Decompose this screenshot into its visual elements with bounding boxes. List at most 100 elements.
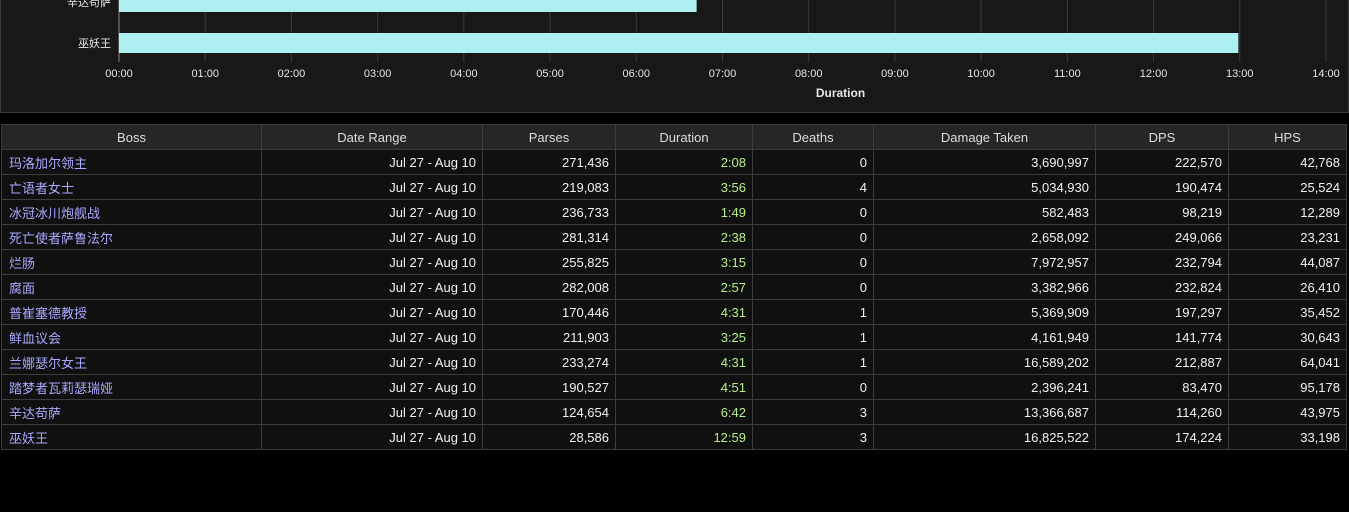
dps-cell: 249,066 xyxy=(1095,224,1229,250)
deaths-cell: 0 xyxy=(752,199,874,225)
column-header-dps[interactable]: DPS xyxy=(1095,124,1229,150)
duration-cell: 12:59 xyxy=(615,424,753,450)
duration-bar-chart: 00:00 01:00 02:00 03:00 04:00 05:00 06:00 07:00… xyxy=(67,0,1340,100)
date-range-cell: Jul 27 - Aug 10 xyxy=(261,299,483,325)
table-row: 普崔塞德教授 Jul 27 - Aug 10 170,446 4:31 1 5,369,9… xyxy=(1,299,1347,325)
boss-name-link[interactable]: 鲜血议会 xyxy=(1,324,262,350)
x-tick-label: 02:00 xyxy=(278,68,306,80)
boss-name-link[interactable]: 腐面 xyxy=(1,274,262,300)
duration-bar[interactable] xyxy=(119,33,1239,53)
column-header-boss[interactable]: Boss xyxy=(1,124,262,150)
damage-taken-cell: 3,382,966 xyxy=(873,274,1096,300)
parses-cell: 124,654 xyxy=(482,399,616,425)
dps-cell: 98,219 xyxy=(1095,199,1229,225)
dps-cell: 174,224 xyxy=(1095,424,1229,450)
duration-chart-panel: 00:00 01:00 02:00 03:00 04:00 05:00 06:00 07:00… xyxy=(0,0,1349,113)
duration-cell: 2:08 xyxy=(615,149,753,175)
date-range-cell: Jul 27 - Aug 10 xyxy=(261,174,483,200)
duration-cell: 2:57 xyxy=(615,274,753,300)
boss-name-link[interactable]: 死亡使者萨鲁法尔 xyxy=(1,224,262,250)
deaths-cell: 1 xyxy=(752,324,874,350)
duration-cell: 6:42 xyxy=(615,399,753,425)
date-range-cell: Jul 27 - Aug 10 xyxy=(261,424,483,450)
x-tick-label: 14:00 xyxy=(1312,68,1340,80)
parses-cell: 190,527 xyxy=(482,374,616,400)
parses-cell: 211,903 xyxy=(482,324,616,350)
duration-cell: 4:51 xyxy=(615,374,753,400)
deaths-cell: 4 xyxy=(752,174,874,200)
table-header-row: Boss Date Range Parses Duration Deaths D… xyxy=(1,124,1347,150)
table-row: 兰娜瑟尔女王 Jul 27 - Aug 10 233,274 4:31 1 16,589,… xyxy=(1,349,1347,375)
hps-cell: 35,452 xyxy=(1228,299,1347,325)
boss-name-link[interactable]: 兰娜瑟尔女王 xyxy=(1,349,262,375)
hps-cell: 30,643 xyxy=(1228,324,1347,350)
parses-cell: 282,008 xyxy=(482,274,616,300)
damage-taken-cell: 5,034,930 xyxy=(873,174,1096,200)
x-tick-label: 08:00 xyxy=(795,68,823,80)
x-tick-label: 00:00 xyxy=(105,68,133,80)
duration-bar[interactable] xyxy=(119,0,697,12)
dps-cell: 232,824 xyxy=(1095,274,1229,300)
x-tick-label: 12:00 xyxy=(1140,68,1168,80)
boss-name-link[interactable]: 普崔塞德教授 xyxy=(1,299,262,325)
duration-cell: 3:56 xyxy=(615,174,753,200)
table-row: 辛达苟萨 Jul 27 - Aug 10 124,654 6:42 3 13,366,68… xyxy=(1,399,1347,425)
hps-cell: 12,289 xyxy=(1228,199,1347,225)
hps-cell: 23,231 xyxy=(1228,224,1347,250)
deaths-cell: 0 xyxy=(752,224,874,250)
column-header-parses[interactable]: Parses xyxy=(482,124,616,150)
column-header-hps[interactable]: HPS xyxy=(1228,124,1347,150)
column-header-deaths[interactable]: Deaths xyxy=(752,124,874,150)
boss-name-link[interactable]: 亡语者女士 xyxy=(1,174,262,200)
hps-cell: 95,178 xyxy=(1228,374,1347,400)
column-header-duration[interactable]: Duration xyxy=(615,124,753,150)
deaths-cell: 1 xyxy=(752,349,874,375)
boss-name-link[interactable]: 辛达苟萨 xyxy=(1,399,262,425)
damage-taken-cell: 2,658,092 xyxy=(873,224,1096,250)
table-row: 冰冠冰川炮舰战 Jul 27 - Aug 10 236,733 1:49 0 582,48… xyxy=(1,199,1347,225)
table-row: 鲜血议会 Jul 27 - Aug 10 211,903 3:25 1 4,161,949… xyxy=(1,324,1347,350)
date-range-cell: Jul 27 - Aug 10 xyxy=(261,374,483,400)
deaths-cell: 1 xyxy=(752,299,874,325)
damage-taken-cell: 7,972,957 xyxy=(873,249,1096,275)
dps-cell: 114,260 xyxy=(1095,399,1229,425)
hps-cell: 33,198 xyxy=(1228,424,1347,450)
date-range-cell: Jul 27 - Aug 10 xyxy=(261,399,483,425)
boss-name-link[interactable]: 踏梦者瓦莉瑟瑞娅 xyxy=(1,374,262,400)
hps-cell: 26,410 xyxy=(1228,274,1347,300)
x-tick-label: 04:00 xyxy=(450,68,478,80)
x-tick-label: 09:00 xyxy=(881,68,909,80)
boss-name-link[interactable]: 玛洛加尔领主 xyxy=(1,149,262,175)
x-tick-label: 03:00 xyxy=(364,68,392,80)
parses-cell: 255,825 xyxy=(482,249,616,275)
date-range-cell: Jul 27 - Aug 10 xyxy=(261,199,483,225)
duration-cell: 4:31 xyxy=(615,299,753,325)
date-range-cell: Jul 27 - Aug 10 xyxy=(261,249,483,275)
damage-taken-cell: 2,396,241 xyxy=(873,374,1096,400)
parses-cell: 170,446 xyxy=(482,299,616,325)
parses-cell: 28,586 xyxy=(482,424,616,450)
parses-cell: 236,733 xyxy=(482,199,616,225)
damage-taken-cell: 16,825,522 xyxy=(873,424,1096,450)
category-label: 辛达苟萨 xyxy=(67,0,111,9)
column-header-damage-taken[interactable]: Damage Taken xyxy=(873,124,1096,150)
x-tick-label: 10:00 xyxy=(967,68,995,80)
date-range-cell: Jul 27 - Aug 10 xyxy=(261,274,483,300)
boss-stats-table: Boss Date Range Parses Duration Deaths D… xyxy=(1,124,1347,450)
hps-cell: 25,524 xyxy=(1228,174,1347,200)
deaths-cell: 3 xyxy=(752,399,874,425)
dps-cell: 222,570 xyxy=(1095,149,1229,175)
boss-name-link[interactable]: 巫妖王 xyxy=(1,424,262,450)
deaths-cell: 0 xyxy=(752,249,874,275)
date-range-cell: Jul 27 - Aug 10 xyxy=(261,349,483,375)
hps-cell: 64,041 xyxy=(1228,349,1347,375)
boss-name-link[interactable]: 冰冠冰川炮舰战 xyxy=(1,199,262,225)
duration-cell: 2:38 xyxy=(615,224,753,250)
damage-taken-cell: 4,161,949 xyxy=(873,324,1096,350)
category-label: 巫妖王 xyxy=(78,36,111,50)
boss-name-link[interactable]: 烂肠 xyxy=(1,249,262,275)
table-row: 巫妖王 Jul 27 - Aug 10 28,586 12:59 3 16,825,522… xyxy=(1,424,1347,450)
deaths-cell: 0 xyxy=(752,274,874,300)
column-header-date-range[interactable]: Date Range xyxy=(261,124,483,150)
table-row: 死亡使者萨鲁法尔 Jul 27 - Aug 10 281,314 2:38 0 2,658… xyxy=(1,224,1347,250)
